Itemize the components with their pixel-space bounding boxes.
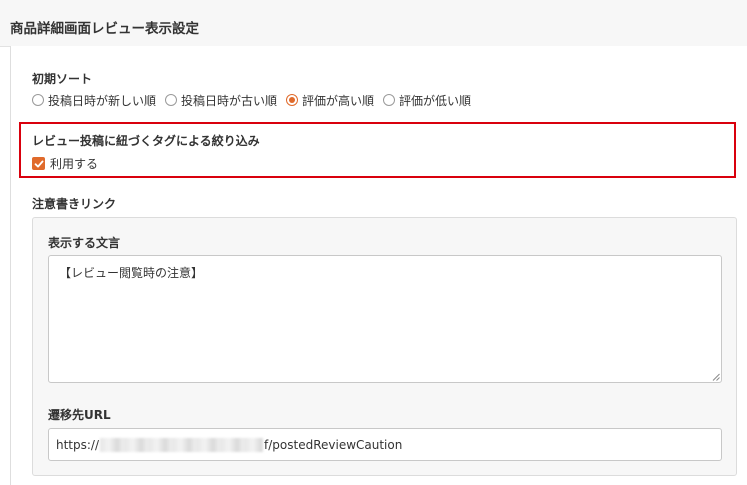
sort-option-oldest[interactable]: 投稿日時が古い順 [165, 92, 277, 109]
radio-circle-icon[interactable] [32, 94, 44, 106]
tag-filter-checkbox-label: 利用する [50, 157, 99, 171]
url-input[interactable]: https:// f/postedReviewCaution [48, 428, 722, 461]
checkbox-checked-icon[interactable] [32, 157, 45, 170]
sort-option-newest[interactable]: 投稿日時が新しい順 [32, 92, 156, 109]
checkmark-icon [34, 160, 43, 167]
caution-link-label: 注意書きリンク [32, 197, 117, 211]
sort-radio-group: 投稿日時が新しい順 投稿日時が古い順 評価が高い順 評価が低い順 [32, 92, 480, 108]
display-text-textarea[interactable]: 【レビュー閲覧時の注意】 [48, 255, 722, 383]
tag-filter-checkbox-row[interactable]: 利用する [32, 155, 98, 172]
sort-option-label: 評価が高い順 [302, 93, 375, 108]
radio-circle-icon[interactable] [165, 94, 178, 106]
section-title: 商品詳細画面レビュー表示設定 [10, 21, 199, 37]
radio-circle-icon[interactable] [383, 94, 396, 106]
highlight-frame [19, 122, 736, 178]
sort-option-label: 投稿日時が新しい順 [48, 93, 157, 108]
sort-option-rating-high[interactable]: 評価が高い順 [286, 92, 374, 109]
sort-label: 初期ソート [32, 72, 93, 86]
radio-checked-icon[interactable] [286, 94, 299, 106]
tag-filter-label: レビュー投稿に紐づくタグによる絞り込み [32, 134, 260, 148]
sort-option-rating-low[interactable]: 評価が低い順 [383, 92, 471, 109]
section-header: 商品詳細画面レビュー表示設定 [0, 0, 747, 47]
url-prefix: https:// [56, 437, 100, 452]
resize-grip-icon[interactable] [712, 373, 720, 381]
url-label: 遷移先URL [48, 408, 111, 422]
url-suffix: f/postedReviewCaution [264, 437, 403, 452]
redacted-domain [100, 437, 264, 452]
sort-option-label: 投稿日時が古い順 [181, 93, 278, 108]
display-text-label: 表示する文言 [48, 236, 121, 250]
sort-option-label: 評価が低い順 [399, 93, 472, 108]
